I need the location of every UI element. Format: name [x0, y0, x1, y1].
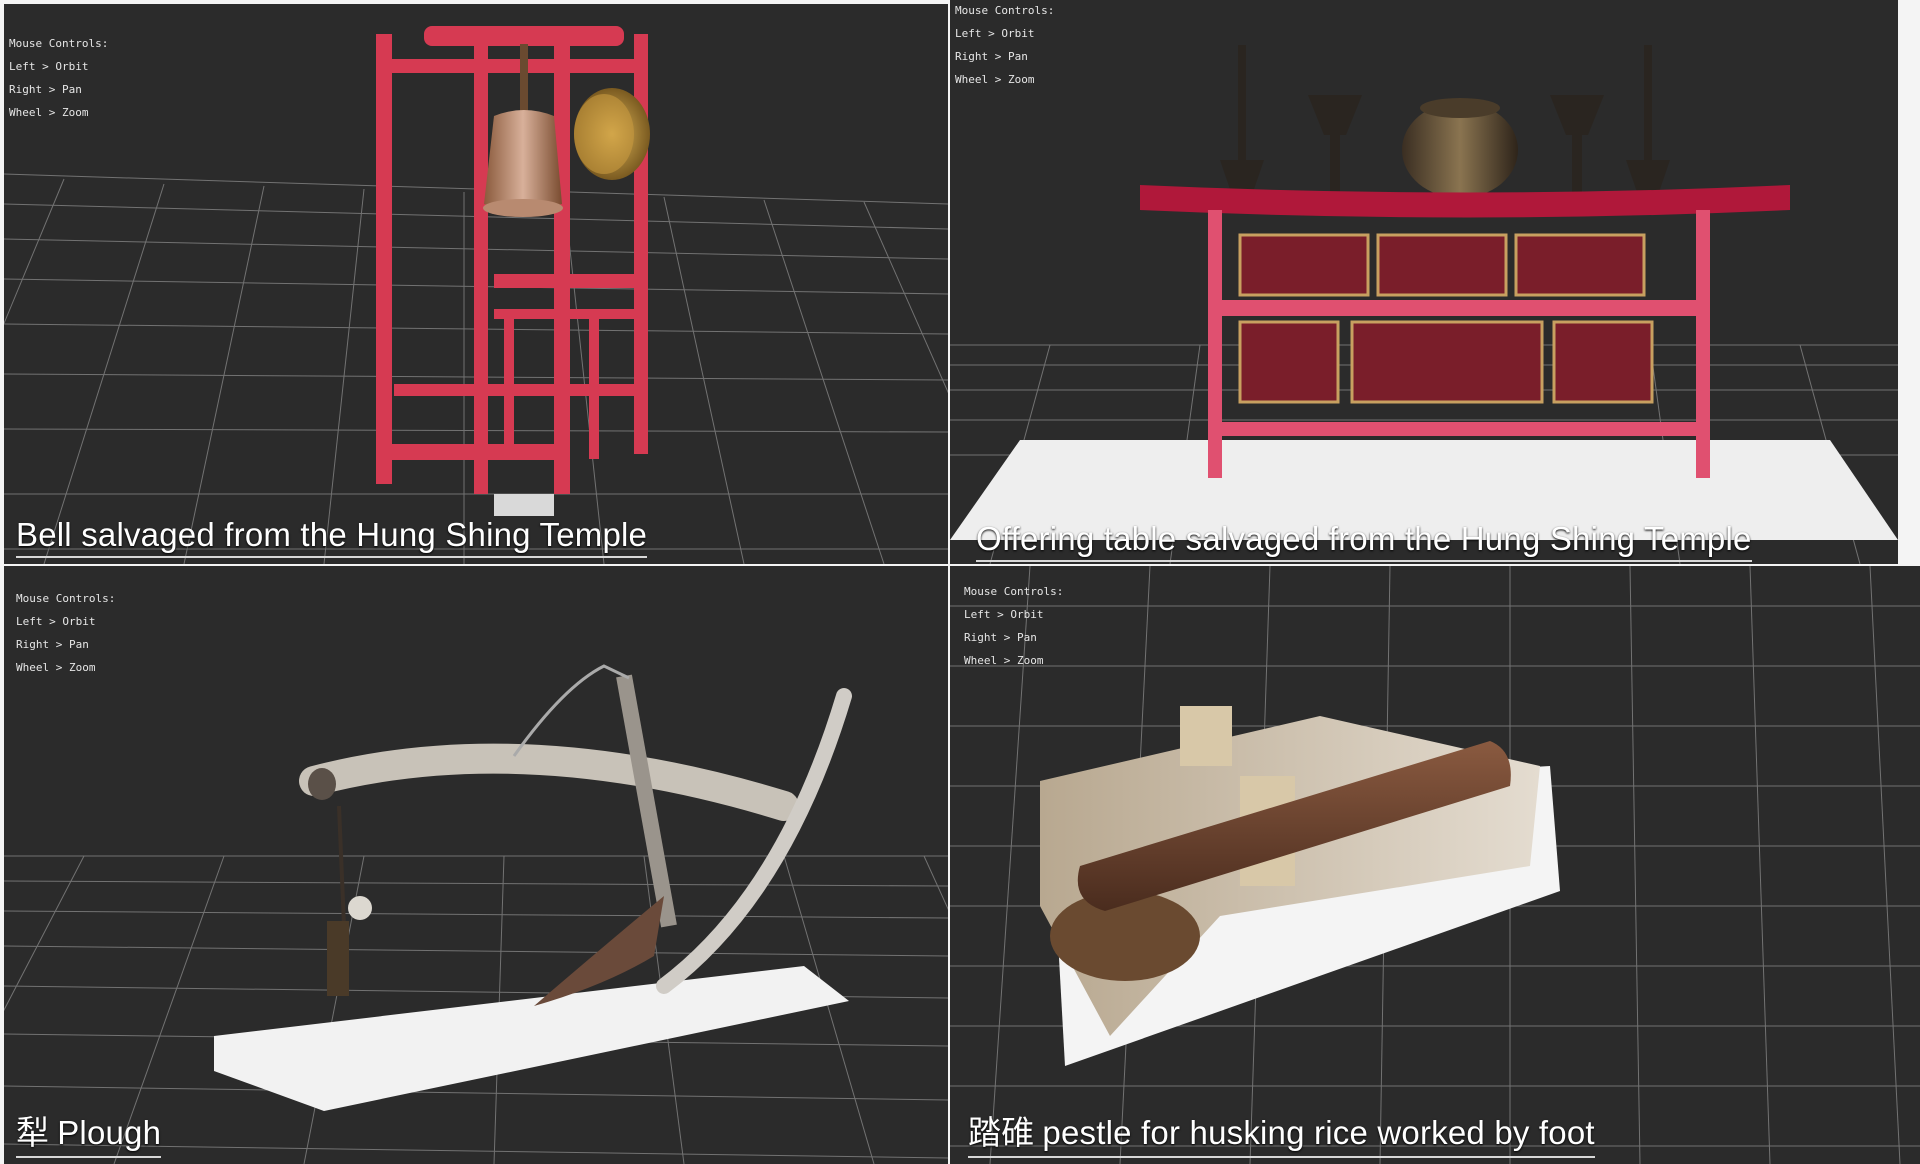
controls-heading: Mouse Controls: — [955, 4, 1055, 17]
controls-heading: Mouse Controls: — [964, 585, 1064, 598]
caption-offering-table-text: Offering table salvaged from the Hung Sh… — [976, 520, 1752, 557]
caption-foot-pestle-text: pestle for husking rice worked by foot — [1042, 1114, 1595, 1151]
caption-foot-pestle-cjk: 踏碓 — [968, 1113, 1035, 1152]
mouse-controls-help: Mouse Controls: Left > Orbit Right > Pan… — [964, 580, 1063, 672]
mouse-controls-help: Mouse Controls: Left > Orbit Right > Pan… — [9, 32, 108, 124]
controls-right: Right > Pan — [955, 50, 1028, 63]
caption-bell: Bell salvaged from the Hung Shing Temple — [16, 516, 648, 558]
controls-left: Left > Orbit — [9, 60, 89, 73]
controls-heading: Mouse Controls: — [16, 592, 116, 605]
mouse-controls-help: Mouse Controls: Left > Orbit Right > Pan… — [955, 0, 1054, 91]
offering-table-model[interactable] — [950, 0, 1898, 564]
mouse-controls-help: Mouse Controls: Left > Orbit Right > Pan… — [16, 587, 115, 679]
controls-right: Right > Pan — [964, 631, 1037, 644]
plough-model[interactable] — [4, 566, 948, 1164]
caption-offering-table: Offering table salvaged from the Hung Sh… — [976, 520, 1752, 562]
caption-foot-pestle: 踏碓 pestle for husking rice worked by foot — [968, 1106, 1595, 1158]
controls-wheel: Wheel > Zoom — [16, 661, 96, 674]
caption-plough-cjk: 犁 — [16, 1113, 50, 1152]
caption-plough: 犁 Plough — [16, 1106, 162, 1158]
controls-left: Left > Orbit — [16, 615, 96, 628]
viewer-foot-pestle[interactable]: Mouse Controls: Left > Orbit Right > Pan… — [950, 566, 1920, 1164]
controls-wheel: Wheel > Zoom — [955, 73, 1035, 86]
controls-right: Right > Pan — [16, 638, 89, 651]
controls-wheel: Wheel > Zoom — [964, 654, 1044, 667]
viewer-plough[interactable]: Mouse Controls: Left > Orbit Right > Pan… — [4, 566, 948, 1164]
model-gallery: Mouse Controls: Left > Orbit Right > Pan… — [0, 0, 1920, 1164]
bell-tower-model[interactable] — [4, 4, 948, 564]
controls-left: Left > Orbit — [955, 27, 1035, 40]
foot-pestle-model[interactable] — [950, 566, 1920, 1164]
viewer-bell[interactable]: Mouse Controls: Left > Orbit Right > Pan… — [4, 4, 948, 564]
caption-plough-text: Plough — [57, 1114, 162, 1151]
controls-heading: Mouse Controls: — [9, 37, 109, 50]
viewer-offering-table[interactable]: Mouse Controls: Left > Orbit Right > Pan… — [950, 0, 1898, 564]
controls-wheel: Wheel > Zoom — [9, 106, 89, 119]
controls-left: Left > Orbit — [964, 608, 1044, 621]
caption-bell-text: Bell salvaged from the Hung Shing Temple — [16, 516, 648, 553]
controls-right: Right > Pan — [9, 83, 82, 96]
